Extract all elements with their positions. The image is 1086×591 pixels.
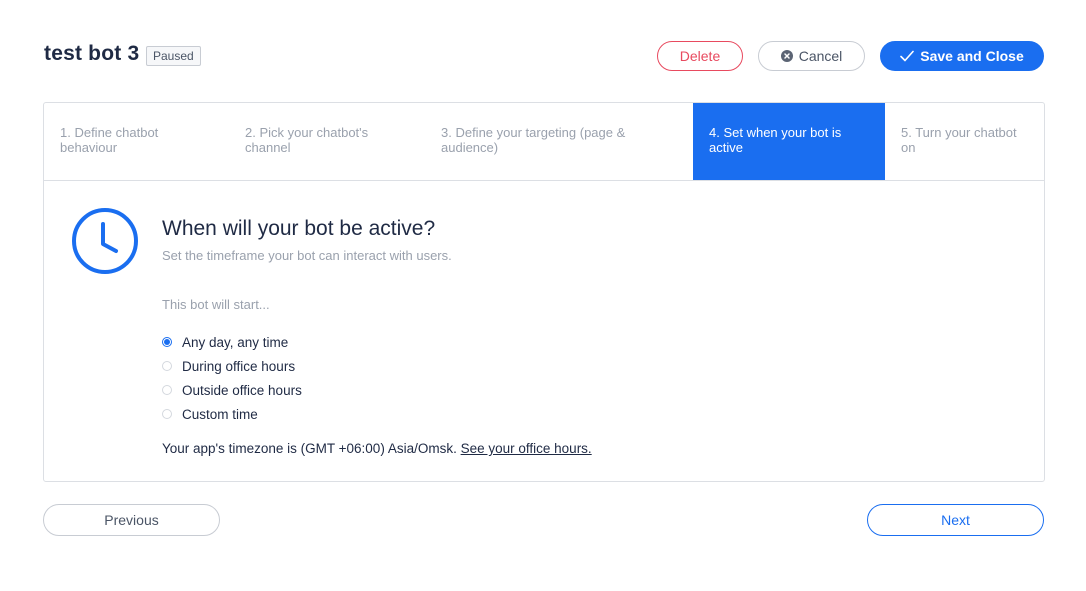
option-label: Outside office hours [182,382,302,398]
step-pick-channel[interactable]: 2. Pick your chatbot's channel [229,103,425,180]
option-office-hours[interactable]: During office hours [162,354,302,378]
checkmark-icon [900,50,915,62]
step-define-behaviour[interactable]: 1. Define chatbot behaviour [44,103,229,180]
radio-button[interactable] [162,337,172,347]
previous-button-label: Previous [104,512,159,528]
step-label: 2. Pick your chatbot's channel [245,125,369,155]
cancel-button[interactable]: Cancel [758,41,865,71]
status-badge: Paused [146,46,201,66]
page-title: test bot 3 [44,42,140,65]
office-hours-link[interactable]: See your office hours. [461,441,592,456]
radio-button[interactable] [162,409,172,419]
section-subtitle: Set the timeframe your bot can interact … [162,248,452,263]
save-and-close-button[interactable]: Save and Close [880,41,1044,71]
wizard-steps: 1. Define chatbot behaviour 2. Pick your… [44,103,1044,181]
step-label: 1. Define chatbot behaviour [60,125,159,155]
step-set-active-time[interactable]: 4. Set when your bot is active [693,103,885,180]
radio-button[interactable] [162,361,172,371]
previous-button[interactable]: Previous [43,504,220,536]
page-header: test bot 3 Paused Delete Cancel Save and… [44,40,1044,74]
delete-button-label: Delete [679,48,721,64]
start-options: Any day, any time During office hours Ou… [162,330,302,426]
timezone-note: Your app's timezone is (GMT +06:00) Asia… [162,441,592,456]
option-outside-office-hours[interactable]: Outside office hours [162,378,302,402]
clock-icon [71,207,139,275]
section-title: When will your bot be active? [162,217,436,240]
option-label: Custom time [182,406,258,422]
close-circle-icon [780,50,793,62]
step-label: 5. Turn your chatbot on [901,125,1017,155]
option-label: During office hours [182,358,296,374]
next-button[interactable]: Next [867,504,1044,536]
wizard-panel: 1. Define chatbot behaviour 2. Pick your… [43,102,1045,482]
start-label: This bot will start... [162,297,270,312]
cancel-button-label: Cancel [798,48,843,64]
timezone-text: Your app's timezone is (GMT +06:00) Asia… [162,441,457,456]
save-and-close-label: Save and Close [920,48,1024,64]
option-label: Any day, any time [182,334,289,350]
option-any-time[interactable]: Any day, any time [162,330,302,354]
step-define-targeting[interactable]: 3. Define your targeting (page & audienc… [425,103,693,180]
next-button-label: Next [941,512,970,528]
delete-button[interactable]: Delete [657,41,743,71]
option-custom-time[interactable]: Custom time [162,402,302,426]
step-label: 3. Define your targeting (page & audienc… [441,125,626,155]
step-turn-on[interactable]: 5. Turn your chatbot on [885,103,1044,180]
step-label: 4. Set when your bot is active [709,125,842,155]
radio-button[interactable] [162,385,172,395]
